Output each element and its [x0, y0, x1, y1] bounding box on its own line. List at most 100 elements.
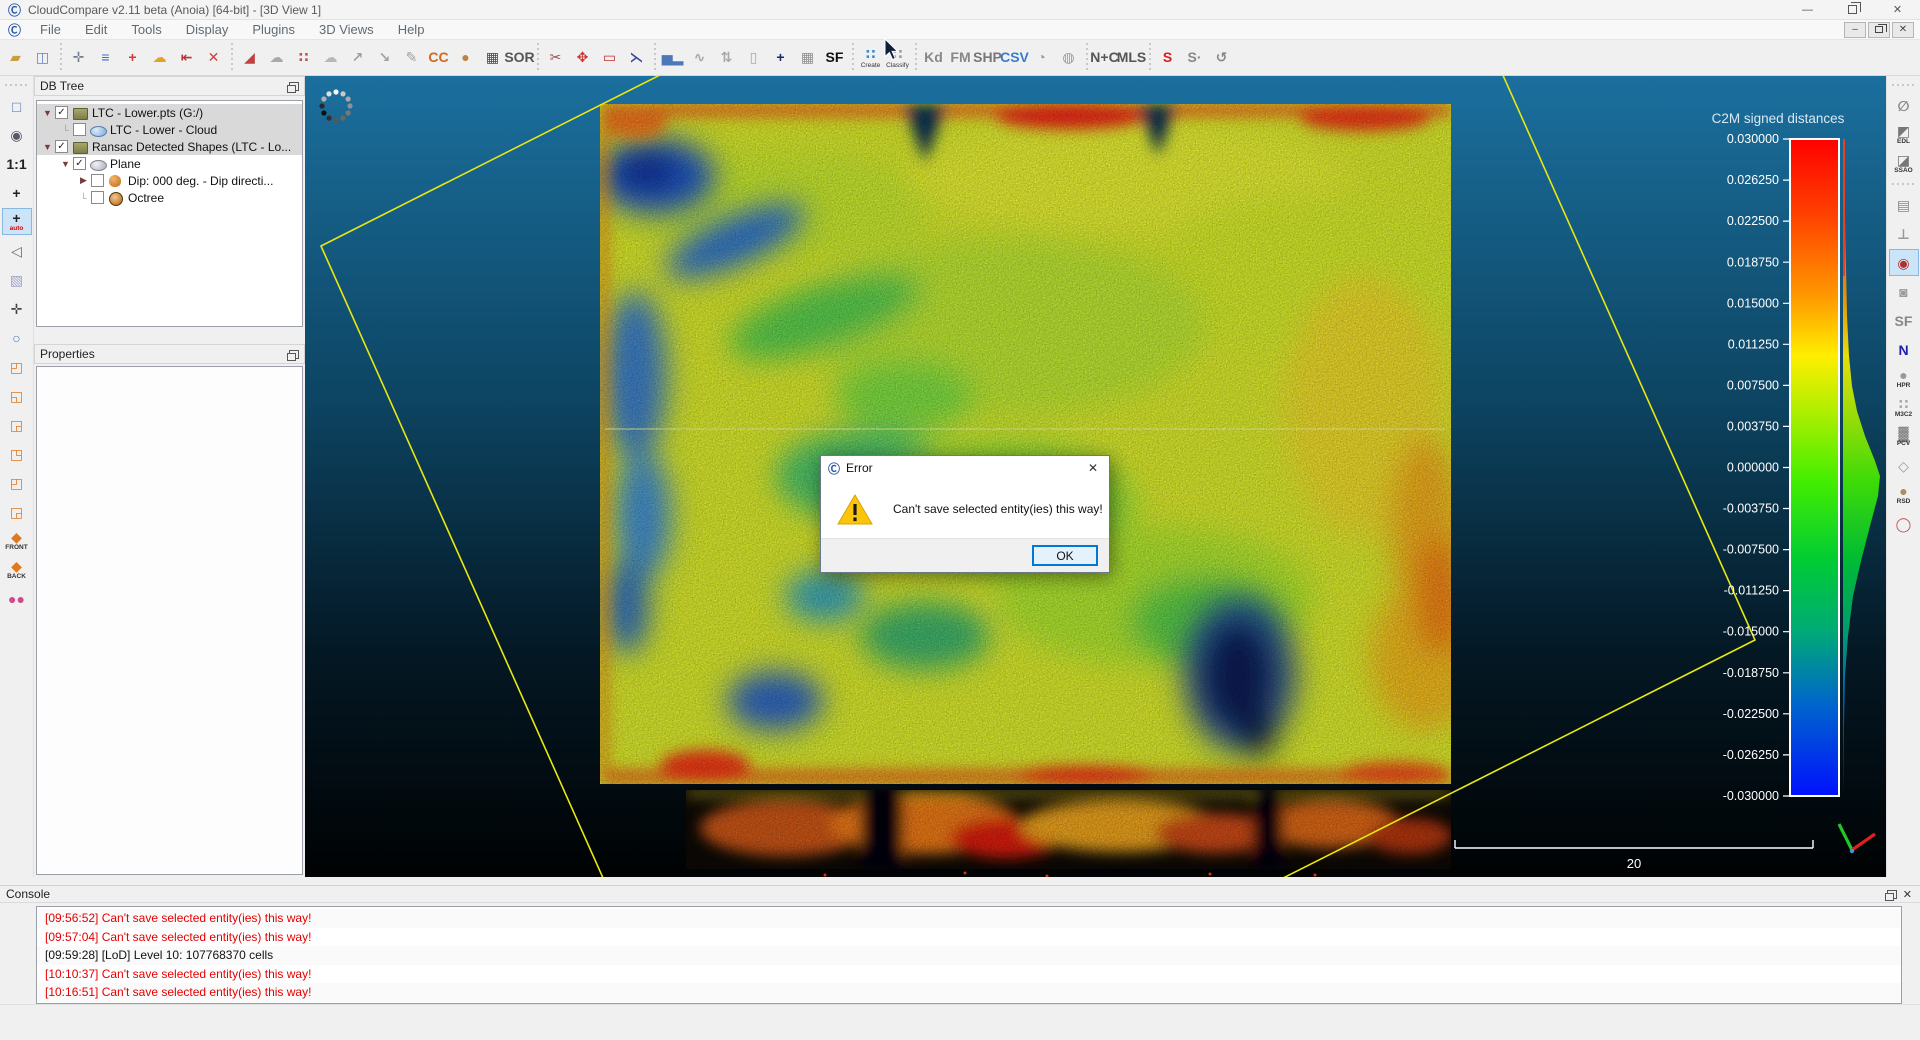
error-dialog-close-button[interactable]: ✕	[1077, 456, 1109, 480]
sf-gaussian-button[interactable]: ∿	[686, 42, 713, 74]
auto-pick-center-button[interactable]: + auto	[2, 208, 32, 235]
tree-item-ltc-lower-pts[interactable]: ▼ ✓ LTC - Lower.pts (G:/)	[37, 104, 302, 121]
csv-export-button[interactable]: CSV	[1001, 42, 1028, 74]
kd-tree-button[interactable]: Kd	[920, 42, 947, 74]
tree-item-ransac-shapes[interactable]: ▼ ✓ Ransac Detected Shapes (LTC - Lo...	[37, 138, 302, 155]
global-shift-button[interactable]: ✛	[65, 42, 92, 74]
menu-3d-views[interactable]: 3D Views	[307, 20, 386, 40]
menu-edit[interactable]: Edit	[73, 20, 119, 40]
menu-file[interactable]: File	[28, 20, 73, 40]
sf-add-button[interactable]: +	[767, 42, 794, 74]
close-button[interactable]: ✕	[1875, 0, 1920, 19]
animation-button[interactable]: ▤	[1889, 191, 1919, 218]
zoom-mode-button[interactable]: ○	[2, 324, 32, 351]
fm-button[interactable]: FM	[947, 42, 974, 74]
sf-rainbow-button[interactable]: SF	[821, 42, 848, 74]
mdi-minimize-button[interactable]: –	[1844, 22, 1866, 38]
spline-fit-button[interactable]: S·	[1181, 42, 1208, 74]
sf-calculator-button[interactable]: ▦	[794, 42, 821, 74]
normals-curvature-button[interactable]: N+C	[1091, 42, 1118, 74]
normals-arrow-button[interactable]: N	[1889, 336, 1919, 363]
tree-item-dip[interactable]: ▶ Dip: 000 deg. - Dip directi...	[37, 172, 302, 189]
apply-transformation-button[interactable]: +	[119, 42, 146, 74]
delete-button[interactable]: ✕	[200, 42, 227, 74]
visibility-checkbox[interactable]: ✓	[73, 157, 86, 170]
screenshot-button[interactable]: ◉	[2, 121, 32, 148]
segment-polyline-button[interactable]: ⋋	[623, 42, 650, 74]
stereo-glasses-button[interactable]: ●●	[2, 585, 32, 612]
visibility-checkbox[interactable]	[91, 174, 104, 187]
clean-broom-button[interactable]: ⊥	[1889, 220, 1919, 247]
shield-button[interactable]: ◙	[1889, 278, 1919, 305]
visibility-checkbox[interactable]: ✓	[55, 106, 68, 119]
gauss-filter-button[interactable]: ●	[452, 42, 479, 74]
mls-smoothing-button[interactable]: MLS	[1118, 42, 1145, 74]
spline-button[interactable]: S	[1154, 42, 1181, 74]
save-button[interactable]: ◫	[29, 42, 56, 74]
expander-icon[interactable]: ▼	[41, 108, 54, 118]
checkerboard-button[interactable]: ▦	[479, 42, 506, 74]
m3c2-button[interactable]: ∷ M3C2	[1889, 394, 1919, 421]
clone-cloud-button[interactable]: ☁	[317, 42, 344, 74]
cloud-cloud-distance-button[interactable]: CC	[425, 42, 452, 74]
surface-revolution-button[interactable]: ↺	[1208, 42, 1235, 74]
bbox-cube-button[interactable]: ▧	[2, 266, 32, 293]
float-panel-icon[interactable]	[289, 350, 299, 359]
sf-histogram-button[interactable]: ▅▂	[659, 42, 686, 74]
align-clouds-button[interactable]: ↗	[344, 42, 371, 74]
float-panel-icon[interactable]	[289, 82, 299, 91]
view-back-iso-button[interactable]: ◆ BACK	[2, 556, 32, 583]
visibility-checkbox[interactable]: ✓	[55, 140, 68, 153]
menu-plugins[interactable]: Plugins	[240, 20, 307, 40]
sf-minmax-button[interactable]: ⇅	[713, 42, 740, 74]
view-top-button[interactable]: ◰	[2, 353, 32, 380]
canupo-create-button[interactable]: ∷ Create	[857, 42, 884, 74]
menu-help[interactable]: Help	[386, 20, 437, 40]
view-right-button[interactable]: ◳	[2, 440, 32, 467]
point-picking-button[interactable]: ◢	[236, 42, 263, 74]
hpr-button[interactable]: ● HPR	[1889, 365, 1919, 392]
float-panel-icon[interactable]	[1887, 890, 1897, 899]
ok-button[interactable]: OK	[1032, 545, 1098, 566]
facet-pentagon-button[interactable]: ◇	[1889, 452, 1919, 479]
compass-button[interactable]: ◉	[1889, 249, 1919, 276]
visibility-checkbox[interactable]	[91, 191, 104, 204]
properties-list-button[interactable]: ≡	[92, 42, 119, 74]
zoom-1-1-button[interactable]: 1:1	[2, 150, 32, 177]
expander-icon[interactable]: └	[77, 193, 90, 203]
sor-filter-button[interactable]: SOR	[506, 42, 533, 74]
sf-circle-button[interactable]: SF	[1889, 307, 1919, 334]
mdi-close-button[interactable]: ✕	[1892, 22, 1914, 38]
view-left-button[interactable]: ◲	[2, 411, 32, 438]
no-filter-button[interactable]: ∅	[1889, 92, 1919, 119]
globe-button[interactable]: ◍	[1055, 42, 1082, 74]
expander-icon[interactable]: └	[59, 125, 72, 135]
tree-item-plane[interactable]: ▼ ✓ Plane	[37, 155, 302, 172]
sample-points-button[interactable]: ∷	[290, 42, 317, 74]
point-list-picking-button[interactable]: ☁	[263, 42, 290, 74]
edl-filter-button[interactable]: ◩ EDL	[1889, 121, 1919, 148]
sf-delete-button[interactable]: ▯	[740, 42, 767, 74]
flip-view-button[interactable]: ◁	[2, 237, 32, 264]
center-camera-button[interactable]: +	[2, 179, 32, 206]
view-front-cube-button[interactable]: ◰	[2, 469, 32, 496]
minimize-button[interactable]: —	[1785, 0, 1830, 19]
view-back-cube-button[interactable]: ◲	[2, 498, 32, 525]
tree-item-ltc-lower-cloud[interactable]: └ LTC - Lower - Cloud	[37, 121, 302, 138]
rsd-button[interactable]: ● RSD	[1889, 481, 1919, 508]
trace-polyline-button[interactable]: ✎	[398, 42, 425, 74]
ssao-filter-button[interactable]: ◪ SSAO	[1889, 150, 1919, 177]
expander-icon[interactable]: ▶	[77, 175, 90, 186]
expander-icon[interactable]: ▼	[41, 142, 54, 152]
red-ellipse-button[interactable]: ◯	[1889, 510, 1919, 537]
register-clouds-button[interactable]: ↘	[371, 42, 398, 74]
facets-button[interactable]: ◔	[1028, 42, 1055, 74]
color-scale-cloud-button[interactable]: ☁	[146, 42, 173, 74]
merge-button[interactable]: ⇤	[173, 42, 200, 74]
scissors-segment-button[interactable]: ✂	[542, 42, 569, 74]
cross-section-button[interactable]: ▭	[596, 42, 623, 74]
view-bottom-button[interactable]: ◱	[2, 382, 32, 409]
pan-mode-button[interactable]: ✛	[2, 295, 32, 322]
open-button[interactable]: ▰	[2, 42, 29, 74]
menu-tools[interactable]: Tools	[119, 20, 173, 40]
